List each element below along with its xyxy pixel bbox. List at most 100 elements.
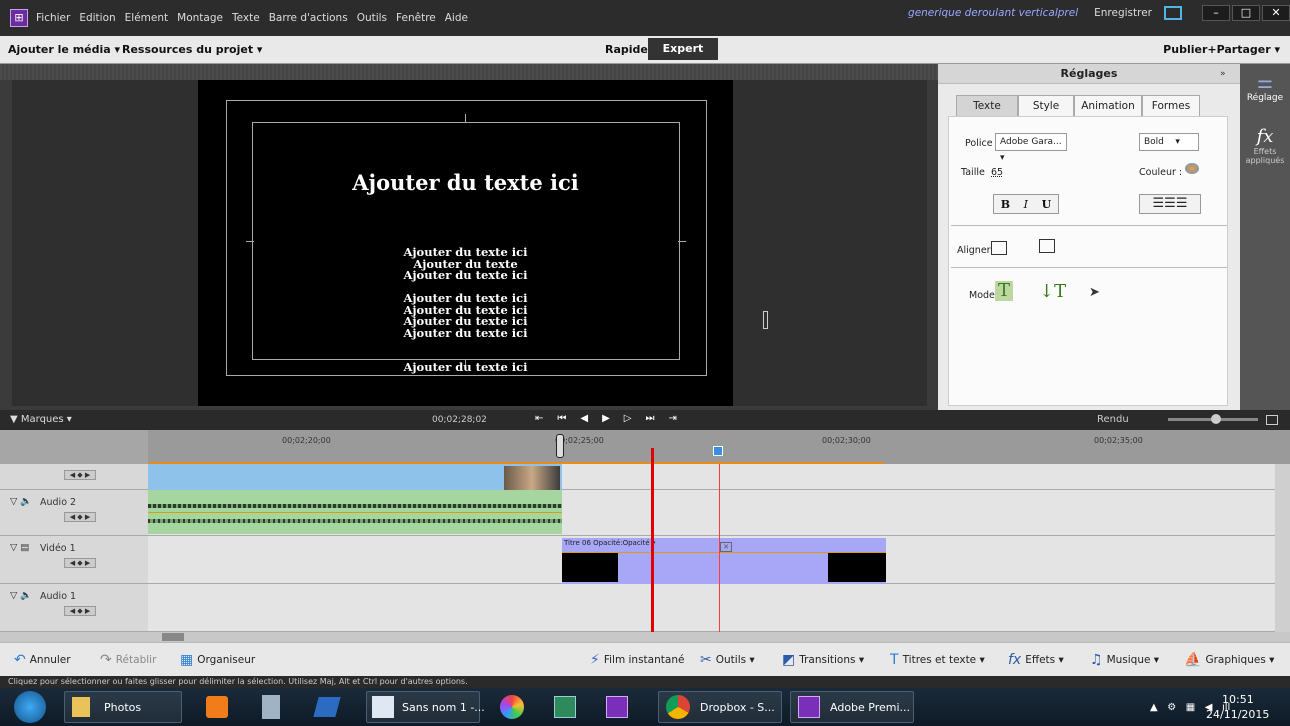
preview-canvas[interactable]: Ajouter du texte ici Ajouter du texte ic… [198, 80, 733, 406]
video1-controls[interactable]: ▽ ▤ [10, 542, 29, 553]
picasa-icon[interactable] [500, 690, 524, 724]
quick-mode-button[interactable]: Rapide [605, 43, 648, 56]
organizer-button[interactable]: ▦ Organiseur [180, 652, 255, 668]
app-icon[interactable] [554, 690, 576, 724]
minimize-button[interactable]: – [1202, 5, 1230, 21]
vertical-type-icon[interactable]: ↓T [1039, 281, 1066, 302]
tab-texte[interactable]: Texte [956, 95, 1018, 117]
tab-animation[interactable]: Animation [1074, 95, 1142, 117]
project-resources-button[interactable]: Ressources du projet ▾ [122, 43, 262, 56]
add-media-button[interactable]: Ajouter le média ▾ [8, 43, 120, 56]
align-buttons: ☰☰☰ [1139, 194, 1201, 214]
clip-marker-icon[interactable]: ✕ [720, 542, 732, 552]
close-button[interactable]: ✕ [1262, 5, 1290, 21]
tab-style[interactable]: Style [1018, 95, 1074, 117]
credits-block[interactable]: Ajouter du texte ici Ajouter du texte Aj… [198, 246, 733, 374]
menu-montage[interactable]: Montage [177, 12, 223, 24]
timeline-vertical-scrollbar[interactable] [1275, 464, 1290, 632]
audio2-controls[interactable]: ▽ 🔈 [10, 496, 32, 507]
graphics-button[interactable]: ⛵ Graphiques ▾ [1184, 652, 1274, 668]
align-vertical-icon[interactable] [1039, 239, 1055, 253]
book-icon[interactable] [313, 690, 341, 724]
tools-button[interactable]: ✂ Outils ▾ [700, 652, 755, 668]
align-left-icon[interactable]: ☰ [1153, 196, 1165, 211]
track-video2[interactable] [148, 464, 1275, 490]
track-audio1[interactable] [148, 584, 1275, 632]
instant-movie-label: Film instantané [603, 654, 685, 666]
track-keyframe-buttons[interactable]: ◀ ◆ ▶ [64, 606, 96, 616]
transitions-button[interactable]: ◩ Transitions ▾ [782, 652, 864, 668]
premiere-icon[interactable] [606, 690, 628, 724]
track-keyframe-buttons[interactable]: ◀ ◆ ▶ [64, 470, 96, 480]
calculator-icon[interactable] [262, 690, 280, 724]
start-button[interactable] [14, 691, 46, 723]
align-center-icon[interactable]: ☰ [1164, 196, 1176, 211]
track-video1[interactable]: Titre 06 Opacité:Opacité ▾ ✕ [148, 536, 1275, 584]
render-button[interactable]: Rendu [1097, 414, 1129, 425]
window-right-area: generique deroulant verticalprel Enregis… [908, 0, 1290, 26]
music-button[interactable]: ♫ Musique ▾ [1090, 652, 1159, 668]
adjust-panel-button[interactable]: ⚌ Réglage [1240, 72, 1290, 118]
effects-label: Effets ▾ [1025, 654, 1064, 666]
instant-movie-button[interactable]: ⚡ Film instantané [590, 652, 684, 668]
horizontal-type-icon[interactable]: T [995, 281, 1013, 301]
weight-dropdown[interactable]: Bold ▾ [1139, 133, 1199, 151]
track-keyframe-buttons[interactable]: ◀ ◆ ▶ [64, 512, 96, 522]
menu-barre-actions[interactable]: Barre d'actions [269, 12, 348, 24]
resize-handle[interactable] [763, 311, 768, 329]
track-audio2[interactable] [148, 490, 1275, 536]
selection-tool-icon[interactable]: ➤ [1089, 285, 1100, 300]
opacity-line[interactable] [562, 552, 886, 553]
titles-button[interactable]: T Titres et texte ▾ [890, 652, 985, 668]
current-time-marker[interactable] [713, 446, 723, 456]
bold-button[interactable]: B [1001, 198, 1010, 211]
timeline-ruler[interactable]: 00;02;20;00 00;02;25;00 00;02;30;00 00;0… [0, 430, 1290, 464]
save-button[interactable]: Enregistrer [1094, 7, 1152, 19]
zoom-slider-handle[interactable] [1211, 414, 1221, 424]
volume-line[interactable] [148, 512, 562, 513]
redo-button[interactable]: ↷ Rétablir [100, 652, 156, 668]
menu-bar: ⊞ Fichier Edition Elément Montage Texte … [0, 0, 1290, 36]
expert-mode-button[interactable]: Expert [648, 38, 718, 60]
credit-line: Ajouter du texte ici [403, 325, 528, 340]
fit-timeline-icon[interactable] [1266, 415, 1278, 425]
collapse-icon[interactable]: » [1220, 69, 1226, 79]
markers-dropdown[interactable]: ▼ Marques ▾ [10, 414, 72, 425]
menu-texte[interactable]: Texte [232, 12, 260, 24]
credit-line: Ajouter du texte ici [403, 268, 528, 282]
menu-outils[interactable]: Outils [357, 12, 387, 24]
transport-controls[interactable]: ⇤⏮◀▶▷⏭⇥ [535, 413, 691, 424]
applied-effects-button[interactable]: fx Effets appliqués [1240, 126, 1290, 172]
weight-value: Bold [1144, 137, 1164, 147]
menu-element[interactable]: Elément [125, 12, 168, 24]
undo-button[interactable]: ↶ Annuler [14, 652, 71, 668]
maximize-button[interactable]: □ [1232, 5, 1260, 21]
menu-aide[interactable]: Aide [445, 12, 468, 24]
menu-fenetre[interactable]: Fenêtre [396, 12, 436, 24]
playhead-handle[interactable] [556, 434, 564, 458]
graphics-icon: ⛵ [1184, 652, 1202, 668]
timeline-horizontal-scrollbar[interactable] [0, 632, 1290, 642]
size-value[interactable]: 65 [991, 167, 1003, 178]
publish-share-button[interactable]: Publier+Partager ▾ [1163, 43, 1280, 56]
font-dropdown[interactable]: Adobe Gara... ▾ [995, 133, 1067, 163]
tab-formes[interactable]: Formes [1142, 95, 1200, 117]
frame-tick [246, 241, 254, 242]
hscroll-thumb[interactable] [162, 633, 184, 641]
title-text[interactable]: Ajouter du texte ici [198, 170, 733, 195]
menu-edition[interactable]: Edition [79, 12, 115, 24]
menu-fichier[interactable]: Fichier [36, 12, 70, 24]
italic-button[interactable]: I [1024, 198, 1028, 211]
video-clip[interactable] [148, 464, 562, 490]
underline-button[interactable]: U [1042, 198, 1052, 211]
tools-icon: ✂ [700, 652, 712, 668]
monitor-icon[interactable] [1164, 6, 1182, 20]
color-palette-icon[interactable] [1185, 163, 1199, 174]
media-player-icon[interactable] [206, 690, 228, 724]
audio1-controls[interactable]: ▽ 🔈 [10, 590, 32, 601]
track-keyframe-buttons[interactable]: ◀ ◆ ▶ [64, 558, 96, 568]
align-right-icon[interactable]: ☰ [1176, 196, 1188, 211]
applied-effects-label: Effets appliqués [1245, 147, 1285, 165]
effects-button[interactable]: fx Effets ▾ [1008, 652, 1064, 668]
align-horizontal-icon[interactable] [991, 241, 1007, 255]
